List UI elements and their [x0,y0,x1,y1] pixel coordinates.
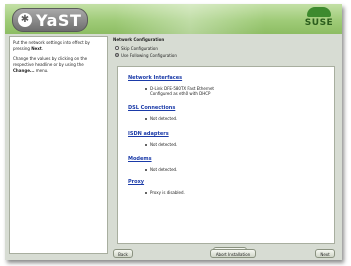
help-paragraph-1: Put the network settings into effect by … [13,40,90,51]
suse-logo-text: SUSE [304,18,334,28]
gear-icon: ✱ [18,13,32,27]
help-paragraph-2: Change the values by clicking on the res… [13,56,88,73]
section-dsl-connections[interactable]: DSL Connections [128,105,175,112]
list-item: Not detected. [145,116,177,121]
radio-button-icon[interactable] [115,46,119,50]
header-bar: ✱ YaST SUSE [5,4,342,34]
abort-installation-button[interactable]: Abort Installation [210,249,256,258]
list-item: Configured as eth0 with DHCP [150,91,211,96]
section-isdn-adapters[interactable]: ISDN adapters [128,131,169,138]
yast-logo: ✱ YaST [12,8,88,32]
section-modems[interactable]: Modems [128,156,152,163]
yast-logo-text: YaST [36,10,82,30]
section-network-interfaces[interactable]: Network Interfaces [128,75,182,82]
bullet-icon [145,192,147,194]
radio-use-following-configuration[interactable]: Use Following Configuration [115,52,177,58]
bullet-icon [145,144,147,146]
radio-button-selected-icon[interactable] [115,53,119,57]
suse-logo: SUSE [301,7,337,32]
installer-window: ✱ YaST SUSE Put the network settings int… [5,4,342,260]
list-item: Not detected. [145,142,177,147]
bullet-icon [145,118,147,120]
section-proxy[interactable]: Proxy [128,179,144,186]
back-button[interactable]: Back [113,249,133,258]
help-panel: Put the network settings into effect by … [9,36,108,254]
bullet-icon [145,169,147,171]
list-item: Proxy is disabled. [145,190,185,195]
next-button[interactable]: Next [315,249,335,258]
page-title: Network Configuration [113,37,165,42]
main-content: Network Configuration Skip Configuration… [111,35,339,256]
chameleon-icon [307,7,331,17]
configuration-overview: Network Interfaces D-Link DFE-580TX Fast… [117,66,335,244]
bullet-icon [145,88,147,90]
radio-skip-configuration[interactable]: Skip Configuration [115,45,158,51]
list-item: Not detected. [145,167,177,172]
